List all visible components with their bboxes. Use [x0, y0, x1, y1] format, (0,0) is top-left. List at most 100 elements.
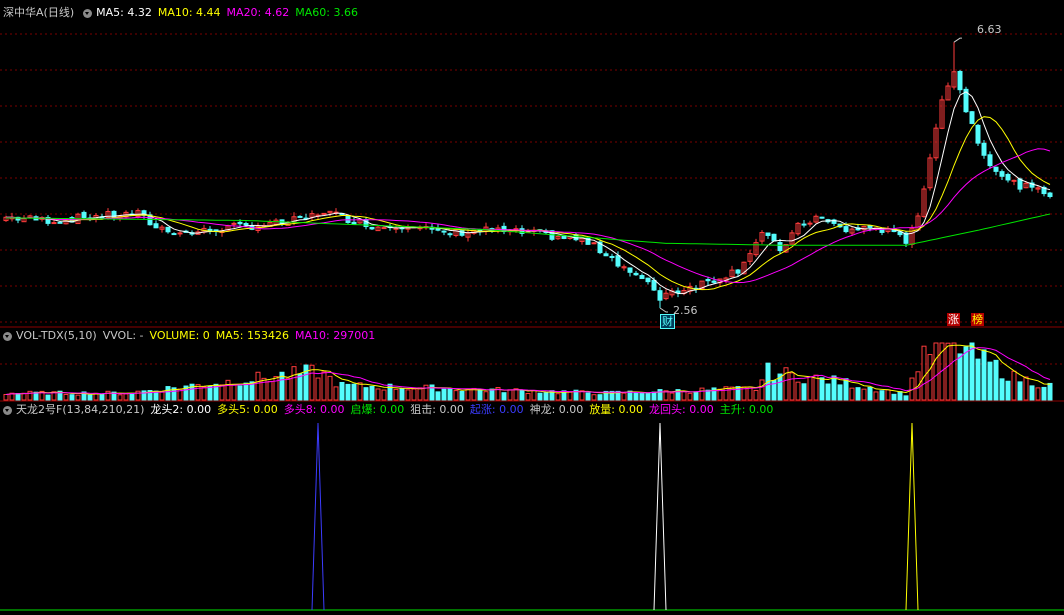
- volume-bar: [123, 393, 129, 401]
- candle-body: [1047, 192, 1053, 197]
- volume-bar: [537, 392, 543, 401]
- volume-bar: [99, 393, 105, 401]
- indicator-item-longtou2: 龙头2: 0.00: [150, 403, 212, 416]
- volume-bar: [801, 383, 807, 401]
- volume-bar: [165, 386, 171, 401]
- volume-bar: [285, 377, 291, 401]
- volume-bar: [273, 376, 279, 401]
- volume-bar: [237, 385, 243, 401]
- volume-bar: [453, 390, 459, 401]
- candle-body: [231, 222, 237, 225]
- volume-bar: [513, 388, 519, 401]
- indicator-item-juji: 狙击: 0.00: [410, 403, 464, 416]
- volume-bar: [633, 391, 639, 401]
- volume-bar: [807, 376, 813, 401]
- volume-bar: [327, 375, 333, 401]
- indicator-spike: [653, 422, 667, 611]
- indicator-item-qibao: 启爆: 0.00: [350, 403, 405, 416]
- volume-bar: [585, 392, 591, 401]
- volume-bar: [231, 384, 237, 401]
- volume-bar: [543, 392, 549, 401]
- volume-bar: [225, 379, 231, 401]
- volume-bar: [15, 393, 21, 401]
- candle-body: [777, 242, 783, 252]
- candle-body: [381, 227, 387, 230]
- volume-bar: [303, 364, 309, 401]
- candle-body: [441, 230, 447, 233]
- candle-body: [243, 223, 249, 226]
- volume-bar: [849, 387, 855, 401]
- ma5-value: MA5: 4.32: [96, 6, 152, 19]
- volume-bar: [837, 384, 843, 401]
- volume-bar: [975, 358, 981, 401]
- candle-body: [705, 279, 711, 282]
- volume-bar: [315, 377, 321, 401]
- volume-bar: [669, 392, 675, 401]
- candle-body: [1005, 173, 1011, 181]
- candle-body: [1017, 178, 1023, 190]
- volume-bar: [75, 394, 81, 401]
- volume-bar: [963, 346, 969, 401]
- volume-bar: [393, 388, 399, 401]
- stock-chart-window[interactable]: 深中华A(日线) MA5: 4.32 MA10: 4.44 MA20: 4.62…: [0, 0, 1064, 615]
- volume-bar: [621, 392, 627, 401]
- chart-canvas[interactable]: [0, 0, 1064, 615]
- volume-bar: [693, 391, 699, 401]
- volume-bar: [993, 359, 999, 401]
- indicator-legend: 天龙2号F(13,84,210,21) 龙头2: 0.00 多头5: 0.00 …: [0, 403, 779, 417]
- candle-body: [969, 111, 975, 124]
- volume-bar: [981, 349, 987, 401]
- volume-bar: [117, 394, 123, 401]
- indicator-name: 天龙2号F(13,84,210,21): [16, 403, 145, 416]
- volume-bar: [747, 386, 753, 401]
- candle-body: [237, 221, 243, 225]
- volume-ma10-line: [5, 347, 1051, 395]
- volume-bar: [825, 383, 831, 401]
- candle-body: [993, 166, 999, 172]
- volume-bar: [159, 391, 165, 401]
- volume-bar: [243, 382, 249, 401]
- volume-bar: [987, 361, 993, 401]
- volume-bar: [255, 371, 261, 401]
- limit-up-badge[interactable]: 涨: [947, 313, 960, 326]
- vvol-value: VVOL: -: [102, 329, 144, 342]
- dragon-tiger-badge[interactable]: 榜: [971, 313, 984, 326]
- volume-bar: [69, 394, 75, 401]
- indicator-item-duotou5: 多头5: 0.00: [217, 403, 278, 416]
- volume-legend: VOL-TDX(5,10) VVOL: - VOLUME: 0 MA5: 153…: [0, 329, 381, 343]
- volume-bar: [1017, 381, 1023, 401]
- candle-body: [765, 232, 771, 236]
- candle-body: [81, 211, 87, 219]
- volume-bar: [921, 345, 927, 401]
- volume-bar: [873, 391, 879, 401]
- candle-body: [171, 233, 177, 236]
- panel-menu-icon[interactable]: [83, 8, 93, 18]
- candle-body: [735, 269, 741, 274]
- stock-name: 深中华A(日线): [3, 6, 75, 19]
- volume-bar: [291, 366, 297, 401]
- volume-bar: [417, 387, 423, 401]
- volume-ma5-line: [5, 344, 1051, 395]
- low-marker: [659, 307, 668, 313]
- volume-bar: [1029, 385, 1035, 401]
- volume-menu-icon[interactable]: [3, 331, 12, 341]
- finance-badge[interactable]: 财: [660, 314, 675, 329]
- price-legend: 深中华A(日线) MA5: 4.32 MA10: 4.44 MA20: 4.62…: [0, 6, 364, 20]
- indicator-spike: [311, 422, 325, 611]
- volume-bar: [855, 387, 861, 401]
- volume-bar: [819, 377, 825, 401]
- candle-body: [819, 216, 825, 219]
- vol-ma5-value: MA5: 153426: [215, 329, 289, 342]
- candle-body: [627, 267, 633, 273]
- volume-bar: [999, 378, 1005, 401]
- candle-body: [603, 253, 609, 257]
- volume-bar: [447, 388, 453, 401]
- volume-bar: [525, 393, 531, 401]
- volume-bar: [831, 375, 837, 401]
- candle-body: [843, 226, 849, 233]
- volume-bar: [345, 383, 351, 401]
- candle-body: [57, 221, 63, 224]
- volume-bar: [789, 372, 795, 401]
- indicator-menu-icon[interactable]: [3, 405, 12, 415]
- volume-bar: [87, 394, 93, 401]
